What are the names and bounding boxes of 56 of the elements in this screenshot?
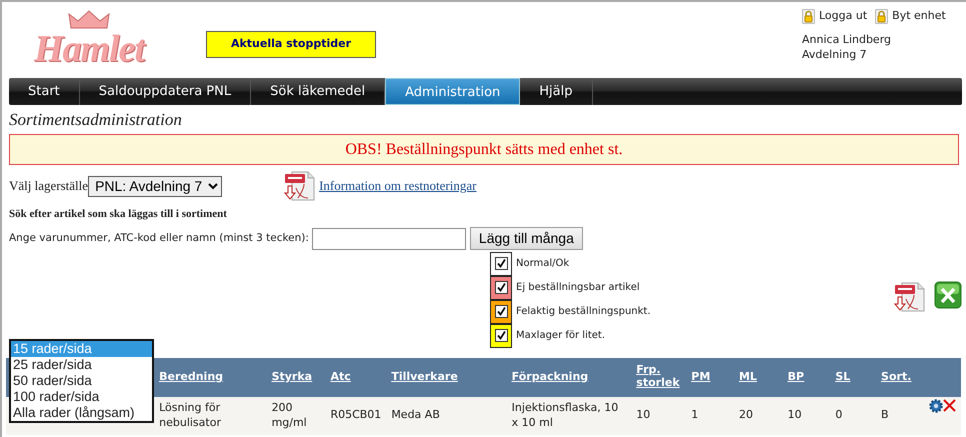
search-label: Ange varunummer, ATC-kod eller namn (minst 3 tecken): — [9, 230, 309, 246]
column-header[interactable]: BP — [788, 370, 804, 383]
legend-label: Maxlager för litet. — [516, 329, 606, 343]
stop-times-button[interactable]: Aktuella stopptider — [206, 31, 376, 58]
column-header[interactable]: Atc — [330, 370, 351, 383]
nav-tab[interactable]: Saldouppdatera PNL — [80, 78, 252, 105]
checkbox[interactable] — [494, 281, 508, 294]
gear-icon[interactable] — [928, 398, 943, 412]
add-many-button[interactable]: Lägg till många — [470, 227, 583, 250]
header-link[interactable]: Byt enhet — [892, 8, 946, 24]
nav-tab[interactable]: Start — [9, 78, 80, 105]
nav-tab[interactable]: Administration — [385, 78, 520, 105]
table-cell: 1 — [691, 408, 698, 422]
column-header[interactable]: Tillverkare — [391, 370, 458, 383]
column-header[interactable]: PM — [691, 370, 710, 383]
table-cell: Lösning för nebulisator — [159, 400, 221, 428]
legend-label: Normal/Ok — [516, 257, 570, 271]
table-cell: R05CB01 — [330, 408, 382, 422]
table-cell: 0 — [835, 408, 842, 422]
lock-icon — [802, 8, 815, 24]
search-heading: Sök efter artikel som ska läggas till i sortiment — [9, 207, 228, 222]
header-link[interactable]: Logga ut — [819, 8, 868, 24]
store-select[interactable]: PNL: Avdelning 7 — [88, 176, 222, 196]
store-label: Välj lagerställe — [9, 177, 88, 196]
checkbox[interactable] — [494, 329, 508, 342]
page-title: Sortimentsadministration — [9, 109, 183, 131]
pdf-icon[interactable] — [894, 280, 926, 312]
lock-icon — [875, 8, 888, 24]
checkbox[interactable] — [494, 305, 508, 318]
logo: Hamlet — [14, 10, 164, 68]
checkbox[interactable] — [494, 257, 508, 270]
list-option[interactable]: 50 rader/sida — [11, 373, 152, 389]
table-cell: 200 mg/ml — [272, 400, 307, 428]
table-cell: Injektionsflaska, 10 x 10 ml — [512, 400, 618, 428]
column-header[interactable]: SL — [835, 370, 850, 383]
delete-icon[interactable] — [942, 398, 956, 412]
unit-name: Avdelning 7 — [802, 46, 868, 62]
search-field[interactable] — [312, 228, 466, 250]
column-header[interactable]: ML — [738, 370, 757, 383]
table-cell: B — [881, 408, 889, 422]
rows-per-page-menu[interactable]: 15 rader/sida 25 rader/sida 50 rader/sida 100 rader/sida Alla rader (långsam) — [9, 339, 154, 423]
alert-message: OBS! Beställningspunkt sätts med enhet st. — [9, 134, 959, 165]
nav-tab[interactable]: Hjälp — [520, 78, 592, 105]
table-cell: Meda AB — [391, 408, 440, 422]
legend-label: Felaktig beställningspunkt. — [516, 305, 651, 319]
list-option[interactable]: 100 rader/sida — [11, 389, 152, 405]
user-name: Annica Lindberg — [802, 32, 892, 46]
legend-label: Ej beställningsbar artikel — [516, 281, 640, 295]
pdf-icon[interactable] — [284, 170, 316, 202]
info-link[interactable]: Information om restnoteringar — [319, 176, 476, 196]
list-option[interactable]: 25 rader/sida — [11, 357, 152, 373]
table-cell: 10 — [636, 408, 650, 422]
table-cell: 20 — [738, 408, 753, 422]
table-cell: 10 — [788, 408, 802, 422]
column-header[interactable]: Beredning — [159, 370, 224, 383]
list-option[interactable]: Alla rader (långsam) — [11, 405, 152, 421]
